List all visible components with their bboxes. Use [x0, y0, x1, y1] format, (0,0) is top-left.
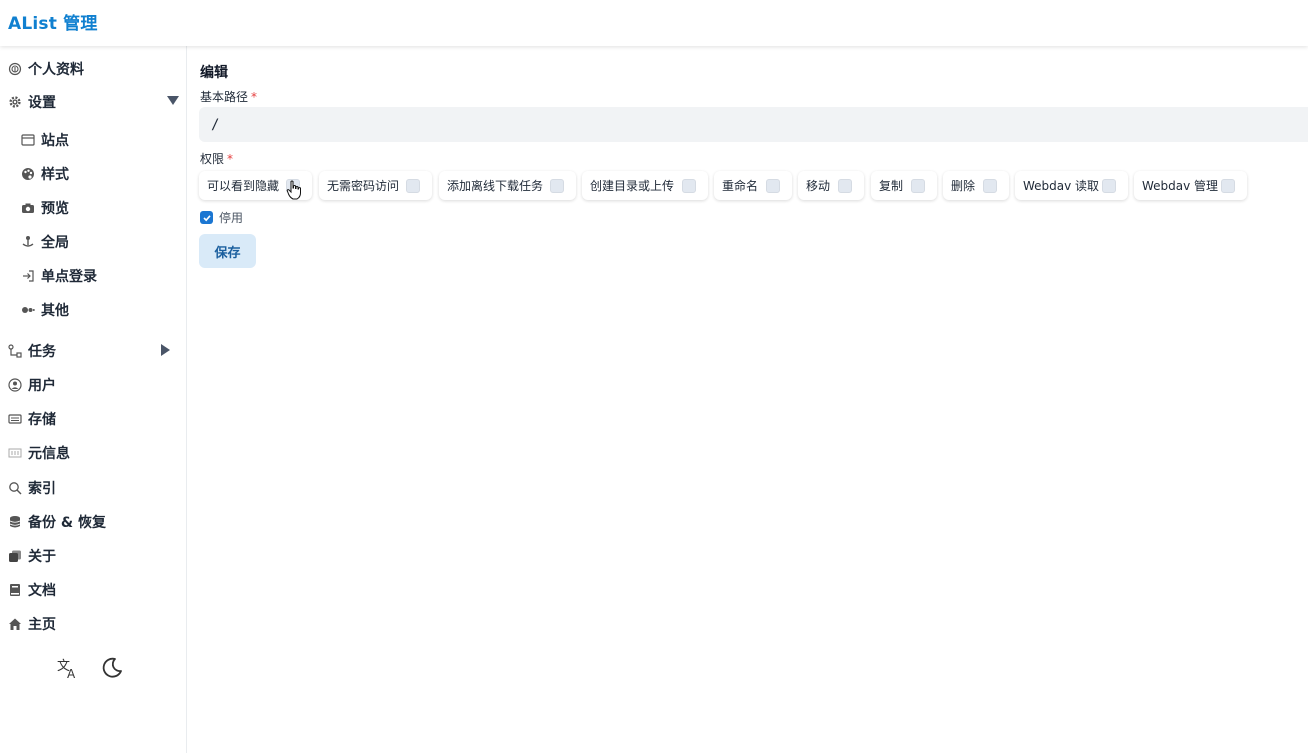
page-title: 编辑 — [200, 65, 228, 81]
perm-delete[interactable]: 删除 — [943, 171, 1009, 200]
perm-offline-download[interactable]: 添加离线下载任务 — [439, 171, 576, 200]
sidebar-item-label: 其他 — [41, 303, 69, 319]
copy-icon — [8, 549, 22, 563]
sidebar-item-label: 用户 — [28, 378, 56, 394]
perm-checkbox[interactable] — [550, 179, 564, 193]
sidebar-item-index[interactable]: 索引 — [8, 473, 186, 503]
metadata-icon — [8, 446, 22, 460]
required-mark: * — [251, 90, 258, 104]
base-path-input[interactable] — [199, 107, 1308, 142]
main-content: 编辑 基本路径* 权限* 可以看到隐藏 无需密码访问 添加离线下载任务 创建目录… — [187, 46, 1308, 753]
moon-icon[interactable] — [100, 656, 124, 680]
sidebar-item-profile[interactable]: 个人资料 — [8, 54, 194, 84]
perm-checkbox[interactable] — [838, 179, 852, 193]
storage-icon — [8, 412, 22, 426]
top-header: AList 管理 — [0, 0, 1308, 46]
disable-toggle[interactable]: 停用 — [200, 209, 243, 226]
sidebar-item-label: 全局 — [41, 235, 69, 251]
sidebar-item-site[interactable]: 站点 — [21, 125, 186, 155]
perm-rename[interactable]: 重命名 — [714, 171, 792, 200]
joystick-icon — [21, 235, 35, 249]
sidebar: 个人资料 设置 站点 样式 预览 全局 单点登录 其他 任务 用户 存储 元信息… — [0, 46, 187, 753]
sidebar-item-tasks[interactable]: 任务 — [8, 336, 186, 366]
sidebar-item-preview[interactable]: 预览 — [21, 193, 186, 223]
sidebar-item-users[interactable]: 用户 — [8, 370, 186, 400]
permissions-label: 权限 * — [200, 152, 234, 166]
sidebar-item-other[interactable]: 其他 — [21, 295, 186, 325]
chevron-right-icon — [161, 344, 170, 356]
perm-copy[interactable]: 复制 — [871, 171, 937, 200]
sidebar-item-about[interactable]: 关于 — [8, 541, 186, 571]
sidebar-item-label: 任务 — [28, 344, 56, 360]
sidebar-item-label: 个人资料 — [28, 62, 84, 78]
fingerprint-icon — [8, 62, 22, 76]
sidebar-item-backup-restore[interactable]: 备份 & 恢复 — [8, 507, 186, 537]
perm-webdav-manage[interactable]: Webdav 管理 — [1134, 171, 1247, 200]
sidebar-item-label: 存储 — [28, 412, 56, 428]
gear-icon — [8, 95, 22, 109]
camera-icon — [21, 201, 35, 215]
perm-checkbox[interactable] — [766, 179, 780, 193]
tasks-icon — [8, 344, 22, 358]
dots-icon — [21, 303, 35, 317]
sidebar-item-label: 备份 & 恢复 — [28, 515, 106, 531]
sidebar-item-global[interactable]: 全局 — [21, 227, 186, 257]
sidebar-item-docs[interactable]: 文档 — [8, 575, 186, 605]
sidebar-footer: 文A — [56, 656, 124, 680]
sidebar-item-label: 设置 — [28, 95, 56, 111]
base-path-label: 基本路径 * — [200, 90, 258, 104]
chevron-down-icon — [167, 96, 179, 105]
sidebar-item-label: 样式 — [41, 167, 69, 183]
sidebar-item-home[interactable]: 主页 — [8, 609, 186, 639]
perm-checkbox[interactable] — [406, 179, 420, 193]
disable-label: 停用 — [219, 211, 244, 225]
sidebar-item-metadata[interactable]: 元信息 — [8, 438, 186, 468]
book-icon — [8, 583, 22, 597]
required-mark: * — [227, 152, 234, 166]
user-circle-icon — [8, 378, 22, 392]
sidebar-item-label: 元信息 — [28, 446, 70, 462]
sidebar-item-settings[interactable]: 设置 — [8, 87, 186, 117]
hand-cursor-icon — [286, 180, 301, 200]
perm-move[interactable]: 移动 — [798, 171, 864, 200]
sidebar-item-sso[interactable]: 单点登录 — [21, 261, 186, 291]
svg-text:A: A — [67, 667, 76, 680]
login-icon — [21, 269, 35, 283]
database-icon — [8, 515, 22, 529]
perm-checkbox[interactable] — [1221, 179, 1235, 193]
perm-checkbox[interactable] — [911, 179, 925, 193]
sidebar-item-label: 主页 — [28, 617, 56, 633]
save-button[interactable]: 保存 — [199, 234, 256, 268]
window-icon — [21, 133, 35, 147]
sidebar-item-label: 单点登录 — [41, 269, 97, 285]
sidebar-item-label: 文档 — [28, 583, 56, 599]
disable-checkbox[interactable] — [200, 211, 213, 224]
search-icon — [8, 481, 22, 495]
perm-webdav-read[interactable]: Webdav 读取 — [1015, 171, 1128, 200]
perm-mkdir-upload[interactable]: 创建目录或上传 — [582, 171, 708, 200]
perm-checkbox[interactable] — [682, 179, 696, 193]
sidebar-item-label: 站点 — [41, 133, 69, 149]
sidebar-item-label: 索引 — [28, 481, 56, 497]
palette-icon — [21, 167, 35, 181]
check-icon — [202, 214, 211, 221]
home-icon — [8, 617, 22, 631]
sidebar-item-label: 预览 — [41, 201, 69, 217]
perm-no-password[interactable]: 无需密码访问 — [319, 171, 432, 200]
sidebar-item-storage[interactable]: 存储 — [8, 404, 186, 434]
app-title[interactable]: AList 管理 — [8, 9, 98, 34]
sidebar-item-style[interactable]: 样式 — [21, 159, 186, 189]
translate-icon[interactable]: 文A — [56, 656, 80, 680]
sidebar-item-label: 关于 — [28, 549, 56, 565]
perm-checkbox[interactable] — [983, 179, 997, 193]
perm-checkbox[interactable] — [1102, 179, 1116, 193]
